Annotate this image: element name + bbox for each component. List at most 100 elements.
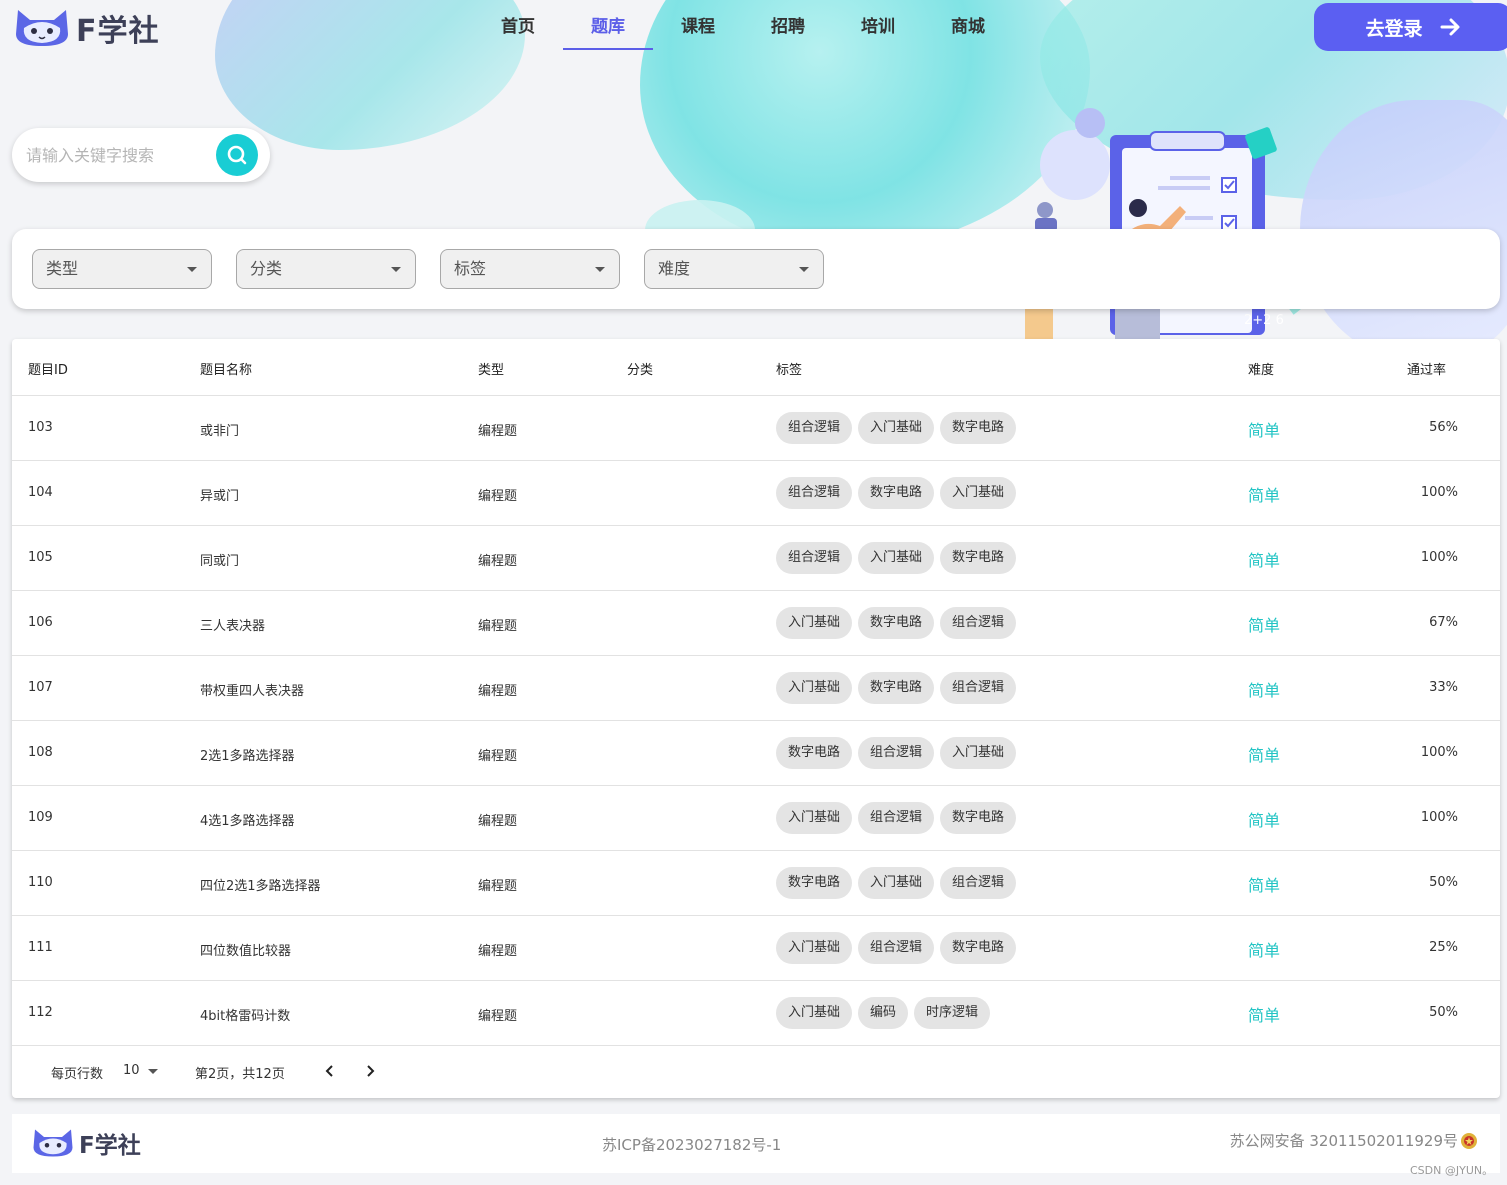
tag-chip[interactable]: 数字电路 [940, 412, 1017, 444]
tag-chip[interactable]: 组合逻辑 [776, 542, 853, 574]
login-button[interactable]: 去登录 [1314, 3, 1507, 51]
search-button[interactable] [216, 134, 258, 176]
table-row[interactable]: 105 同或门 编程题 组合逻辑 入门基础 数字电路 简单 100% [12, 526, 1500, 591]
problem-name[interactable]: 4bit格雷码计数 [200, 1005, 290, 1024]
problem-name[interactable]: 或非门 [200, 420, 239, 439]
filter-tag-select[interactable]: 标签 [440, 249, 620, 289]
tag-chip[interactable]: 入门基础 [858, 542, 935, 574]
filter-type-label: 类型 [46, 259, 79, 278]
tag-chip[interactable]: 组合逻辑 [858, 802, 935, 834]
pass-rate: 50% [1429, 1005, 1458, 1020]
search-icon [227, 145, 247, 165]
tag-chip[interactable]: 数字电路 [858, 607, 935, 639]
difficulty-label: 简单 [1248, 811, 1281, 830]
problem-name[interactable]: 三人表决器 [200, 615, 265, 634]
col-tags[interactable]: 标签 [776, 359, 802, 378]
tag-chip[interactable]: 组合逻辑 [776, 477, 853, 509]
tag-list: 入门基础 组合逻辑 数字电路 [776, 932, 1017, 964]
tag-chip[interactable]: 入门基础 [858, 867, 935, 899]
tag-chip[interactable]: 入门基础 [776, 932, 853, 964]
filter-category-label: 分类 [250, 259, 283, 278]
tag-chip[interactable]: 入门基础 [940, 737, 1017, 769]
problem-id: 107 [28, 680, 53, 695]
chevron-right-icon [367, 1065, 375, 1077]
problem-name[interactable]: 同或门 [200, 550, 239, 569]
problem-name[interactable]: 4选1多路选择器 [200, 810, 295, 829]
police-record-link[interactable]: 苏公网安备 32011502011929号 [1230, 1130, 1478, 1151]
rows-per-page-label: 每页行数 [51, 1067, 104, 1082]
tag-list: 入门基础 组合逻辑 数字电路 [776, 802, 1017, 834]
table-row[interactable]: 103 或非门 编程题 组合逻辑 入门基础 数字电路 简单 56% [12, 396, 1500, 461]
nav-question-bank[interactable]: 题库 [563, 0, 653, 50]
filter-category-select[interactable]: 分类 [236, 249, 416, 289]
tag-chip[interactable]: 组合逻辑 [858, 737, 935, 769]
search-input[interactable] [26, 142, 206, 168]
col-name[interactable]: 题目名称 [200, 359, 252, 378]
tag-chip[interactable]: 组合逻辑 [940, 867, 1017, 899]
problem-id: 109 [28, 810, 53, 825]
table-row[interactable]: 104 异或门 编程题 组合逻辑 数字电路 入门基础 简单 100% [12, 461, 1500, 526]
nav-training[interactable]: 培训 [833, 0, 923, 50]
tag-chip[interactable]: 组合逻辑 [940, 607, 1017, 639]
tag-chip[interactable]: 入门基础 [776, 802, 853, 834]
tag-chip[interactable]: 数字电路 [940, 542, 1017, 574]
rows-per-page-select[interactable]: 10 [123, 1063, 140, 1078]
table-row[interactable]: 107 带权重四人表决器 编程题 入门基础 数字电路 组合逻辑 简单 33% [12, 656, 1500, 721]
tag-chip[interactable]: 数字电路 [940, 802, 1017, 834]
col-pass-rate[interactable]: 通过率 [1407, 359, 1446, 378]
icp-link[interactable]: 苏ICP备2023027182号-1 [602, 1134, 781, 1155]
table-row[interactable]: 112 4bit格雷码计数 编程题 入门基础 编码 时序逻辑 简单 50% [12, 981, 1500, 1046]
tag-chip[interactable]: 编码 [858, 997, 909, 1029]
nav-home[interactable]: 首页 [473, 0, 563, 50]
tag-chip[interactable]: 组合逻辑 [858, 932, 935, 964]
tag-chip[interactable]: 入门基础 [776, 997, 853, 1029]
filter-type-select[interactable]: 类型 [32, 249, 212, 289]
col-type[interactable]: 类型 [478, 359, 504, 378]
problem-name[interactable]: 四位2选1多路选择器 [200, 875, 321, 894]
col-category[interactable]: 分类 [627, 359, 653, 378]
chevron-left-icon [325, 1065, 333, 1077]
tag-chip[interactable]: 时序逻辑 [914, 997, 991, 1029]
table-row[interactable]: 111 四位数值比较器 编程题 入门基础 组合逻辑 数字电路 简单 25% [12, 916, 1500, 981]
next-page-button[interactable] [357, 1058, 383, 1084]
tag-chip[interactable]: 入门基础 [776, 672, 853, 704]
tag-chip[interactable]: 数字电路 [858, 672, 935, 704]
difficulty-label: 简单 [1248, 876, 1281, 895]
login-label: 去登录 [1365, 17, 1423, 40]
tag-chip[interactable]: 数字电路 [776, 867, 853, 899]
col-id[interactable]: 题目ID [28, 359, 68, 378]
tag-chip[interactable]: 入门基础 [858, 412, 935, 444]
difficulty-label: 简单 [1248, 746, 1281, 765]
col-difficulty[interactable]: 难度 [1248, 359, 1274, 378]
pagination: 每页行数 10 第2页，共12页 [12, 1045, 1500, 1098]
tag-chip[interactable]: 数字电路 [858, 477, 935, 509]
problem-type: 编程题 [478, 554, 518, 569]
pass-rate: 100% [1420, 550, 1458, 565]
prev-page-button[interactable] [317, 1058, 343, 1084]
table-row[interactable]: 106 三人表决器 编程题 入门基础 数字电路 组合逻辑 简单 67% [12, 591, 1500, 656]
tag-chip[interactable]: 数字电路 [940, 932, 1017, 964]
site-logo[interactable]: F学社 [14, 6, 160, 50]
problem-name[interactable]: 异或门 [200, 485, 239, 504]
nav-store[interactable]: 商城 [923, 0, 1013, 50]
problem-type: 编程题 [478, 879, 518, 894]
tag-chip[interactable]: 组合逻辑 [940, 672, 1017, 704]
footer-logo[interactable]: F学社 [32, 1126, 141, 1160]
table-row[interactable]: 108 2选1多路选择器 编程题 数字电路 组合逻辑 入门基础 简单 100% [12, 721, 1500, 786]
tag-chip[interactable]: 组合逻辑 [776, 412, 853, 444]
table-row[interactable]: 110 四位2选1多路选择器 编程题 数字电路 入门基础 组合逻辑 简单 50% [12, 851, 1500, 916]
table-row[interactable]: 109 4选1多路选择器 编程题 入门基础 组合逻辑 数字电路 简单 100% [12, 786, 1500, 851]
pass-rate: 100% [1420, 485, 1458, 500]
problem-name[interactable]: 带权重四人表决器 [200, 680, 304, 699]
nav-courses[interactable]: 课程 [653, 0, 743, 50]
pass-rate: 25% [1429, 940, 1458, 955]
tag-chip[interactable]: 数字电路 [776, 737, 853, 769]
problem-type: 编程题 [478, 489, 518, 504]
problem-name[interactable]: 四位数值比较器 [200, 940, 291, 959]
tag-chip[interactable]: 入门基础 [776, 607, 853, 639]
nav-jobs[interactable]: 招聘 [743, 0, 833, 50]
tag-chip[interactable]: 入门基础 [940, 477, 1017, 509]
problem-name[interactable]: 2选1多路选择器 [200, 745, 295, 764]
caret-down-icon[interactable] [148, 1069, 158, 1074]
filter-difficulty-select[interactable]: 难度 [644, 249, 824, 289]
